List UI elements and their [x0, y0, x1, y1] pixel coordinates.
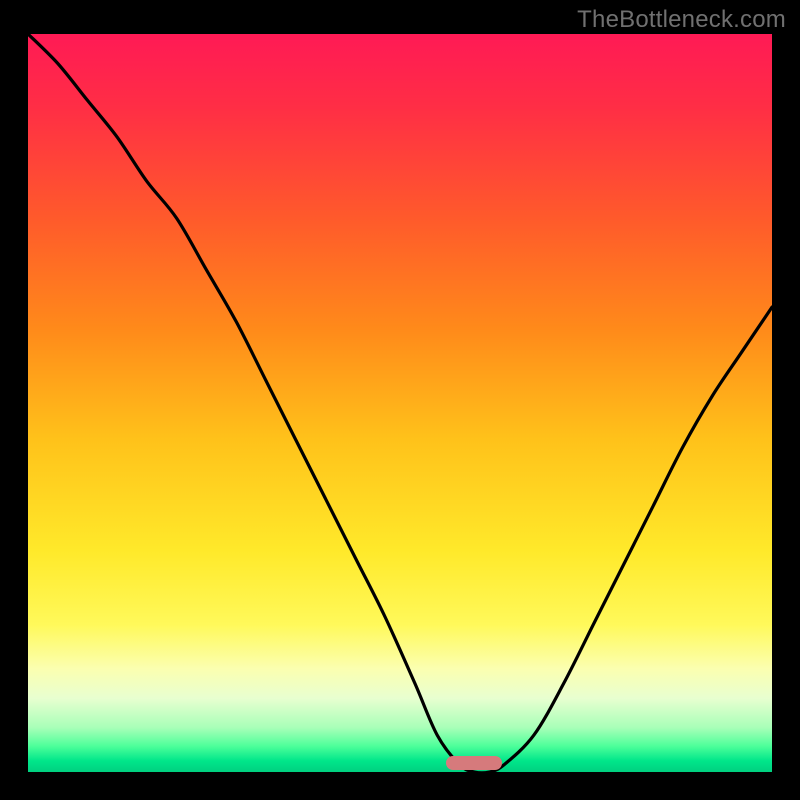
attribution-text: TheBottleneck.com — [577, 6, 786, 34]
optimal-range-marker — [446, 756, 502, 770]
frame: TheBottleneck.com — [0, 0, 800, 800]
bottleneck-chart — [28, 34, 772, 772]
gradient-backdrop — [28, 34, 772, 772]
plot-area — [28, 34, 772, 772]
